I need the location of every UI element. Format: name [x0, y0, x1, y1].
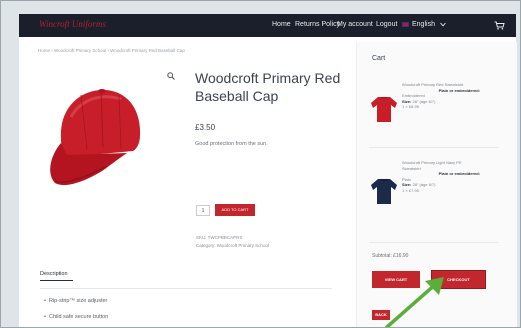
cart-item-details: Woodcroft Primary Light Navy PE Sweatshi…	[402, 160, 480, 194]
product-category[interactable]: Category: Woodcroft Primary School	[196, 242, 269, 250]
uk-flag-icon	[402, 21, 409, 27]
tab-description[interactable]: Description	[40, 271, 68, 277]
cart-item-details: Woodcroft Primary Red Sweatshirt Plain o…	[402, 82, 480, 110]
cart-item-size-label: Size:	[402, 182, 412, 188]
cart-item-qty-price: 1 × £7.95	[402, 187, 419, 193]
cart-item-divider	[369, 242, 499, 243]
cart-item-size-label: Size:	[402, 98, 412, 104]
red-baseball-cap-image	[50, 89, 141, 186]
cart-title: Cart	[372, 55, 386, 62]
product-title: Woodcroft Primary Red Baseball Cap	[195, 70, 341, 104]
cart-item-size-value: 28" (age 6/7)	[412, 182, 436, 188]
nav-returns-policy[interactable]: Returns Policy	[295, 21, 340, 28]
navy-sweatshirt-thumbnail	[371, 178, 397, 204]
browser-frame: Wincroft Uniforms Home Returns Policy My…	[0, 0, 521, 328]
tab-divider	[40, 288, 332, 289]
chevron-down-icon	[440, 22, 446, 27]
product-meta: SKU: TWCPBBCAPRS Category: Woodcroft Pri…	[196, 234, 269, 250]
breadcrumb[interactable]: Home › Woodcroft Primary School › Woodcr…	[38, 48, 185, 53]
green-arrow-annotation	[385, 277, 444, 327]
cart-subtotal: Subtotal: £16.90	[372, 253, 409, 259]
feature-item: • Rip-strip™ size adjuster	[44, 298, 108, 304]
nav-home[interactable]: Home	[272, 21, 291, 28]
nav-logout[interactable]: Logout	[376, 21, 397, 28]
search-icon[interactable]	[167, 72, 175, 80]
nav-my-account[interactable]: My account	[337, 21, 373, 28]
cart-item[interactable]: Woodcroft Primary Red Sweatshirt Plain o…	[370, 82, 482, 142]
feature-item: • Child safe secure button	[44, 314, 109, 320]
cart-item-option-value: Plain	[402, 176, 411, 182]
language-switcher[interactable]: English	[402, 21, 446, 28]
product-sku: SKU: TWCPBBCAPRS	[196, 235, 243, 240]
add-to-cart-button[interactable]: ADD TO CART	[215, 204, 255, 216]
site-header: Wincroft Uniforms Home Returns Policy My…	[19, 14, 516, 37]
site-logo[interactable]: Wincroft Uniforms	[39, 19, 106, 29]
quantity-input[interactable]: 1	[196, 205, 210, 216]
cart-item-qty-price: 1 × £8.95	[402, 104, 419, 110]
cart-item-name[interactable]: Woodcroft Primary Red Sweatshirt	[402, 82, 463, 87]
red-sweatshirt-thumbnail	[371, 96, 397, 122]
cart-item-divider	[369, 147, 499, 148]
cart-item-option-label: Plain or embroidered:	[438, 171, 480, 177]
cart-item-size-value: 28" (age 6/7)	[412, 98, 436, 104]
cart-item[interactable]: Woodcroft Primary Light Navy PE Sweatshi…	[370, 160, 482, 232]
cart-item-name[interactable]: Woodcroft Primary Light Navy PE Sweatshi…	[402, 160, 462, 171]
cart-item-option-value: Embroidered	[402, 93, 425, 99]
product-price: £3.50	[195, 123, 216, 132]
active-tab-underline	[40, 280, 73, 281]
product-short-description: Good protection from the sun.	[195, 141, 268, 147]
cart-icon[interactable]	[494, 21, 505, 30]
language-label: English	[412, 21, 435, 28]
